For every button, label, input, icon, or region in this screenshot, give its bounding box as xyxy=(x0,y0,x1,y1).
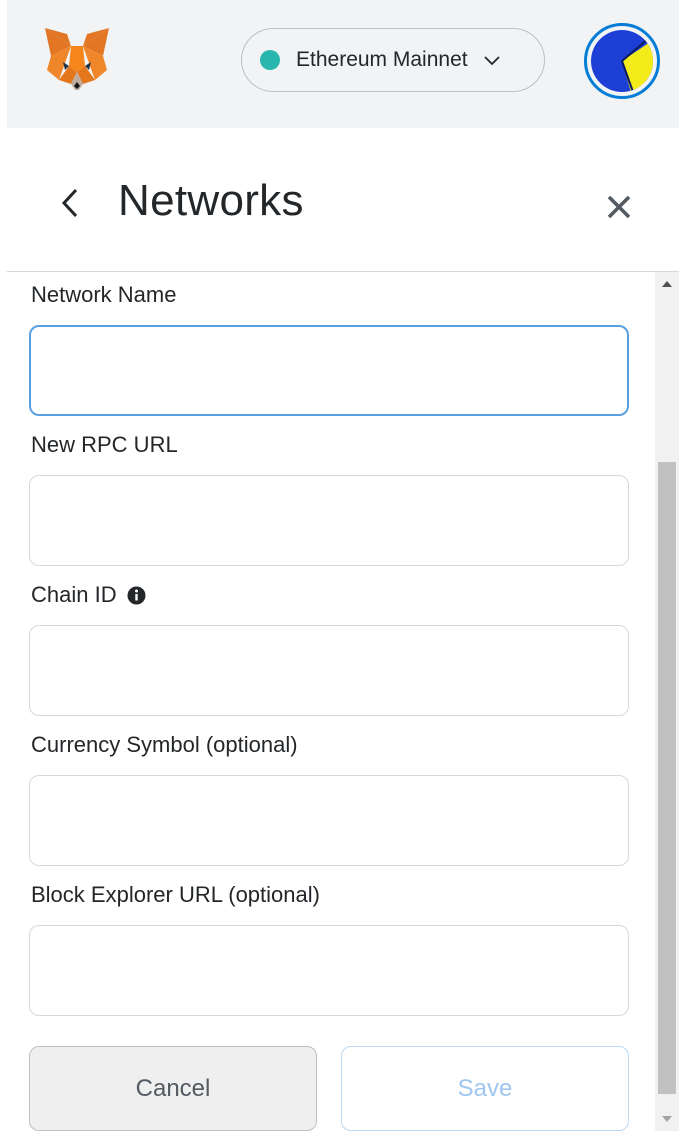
network-name-field[interactable] xyxy=(29,325,629,416)
network-status-dot xyxy=(260,50,280,70)
network-name-label: Network Name xyxy=(31,282,177,307)
info-icon[interactable] xyxy=(127,586,146,605)
network-label: Ethereum Mainnet xyxy=(296,48,468,71)
close-icon[interactable] xyxy=(604,192,634,222)
currency-symbol-label: Currency Symbol (optional) xyxy=(31,732,298,757)
rpc-url-field[interactable] xyxy=(29,475,629,566)
scroll-up-arrow-icon[interactable] xyxy=(655,272,679,296)
network-selector[interactable]: Ethereum Mainnet xyxy=(241,28,545,92)
network-form: Network Name New RPC URL Chain ID Curren… xyxy=(0,272,655,1131)
rpc-url-label: New RPC URL xyxy=(31,432,178,457)
chain-id-label: Chain ID xyxy=(31,582,146,608)
currency-symbol-field[interactable] xyxy=(29,775,629,866)
chain-id-field[interactable] xyxy=(29,625,629,716)
cancel-button[interactable]: Cancel xyxy=(29,1046,317,1131)
chevron-left-icon[interactable] xyxy=(58,186,82,220)
scrollbar-thumb[interactable] xyxy=(658,462,676,1094)
scroll-down-arrow-icon[interactable] xyxy=(655,1107,679,1131)
save-button[interactable]: Save xyxy=(341,1046,629,1131)
account-menu-button[interactable] xyxy=(584,23,660,99)
block-explorer-label: Block Explorer URL (optional) xyxy=(31,882,320,907)
page-title: Networks xyxy=(118,176,304,225)
block-explorer-field[interactable] xyxy=(29,925,629,1016)
scrollbar[interactable] xyxy=(655,272,679,1131)
chevron-down-icon xyxy=(483,56,500,66)
app-header: Ethereum Mainnet xyxy=(7,0,679,128)
account-avatar xyxy=(591,30,653,92)
metamask-fox-icon[interactable] xyxy=(41,26,113,92)
